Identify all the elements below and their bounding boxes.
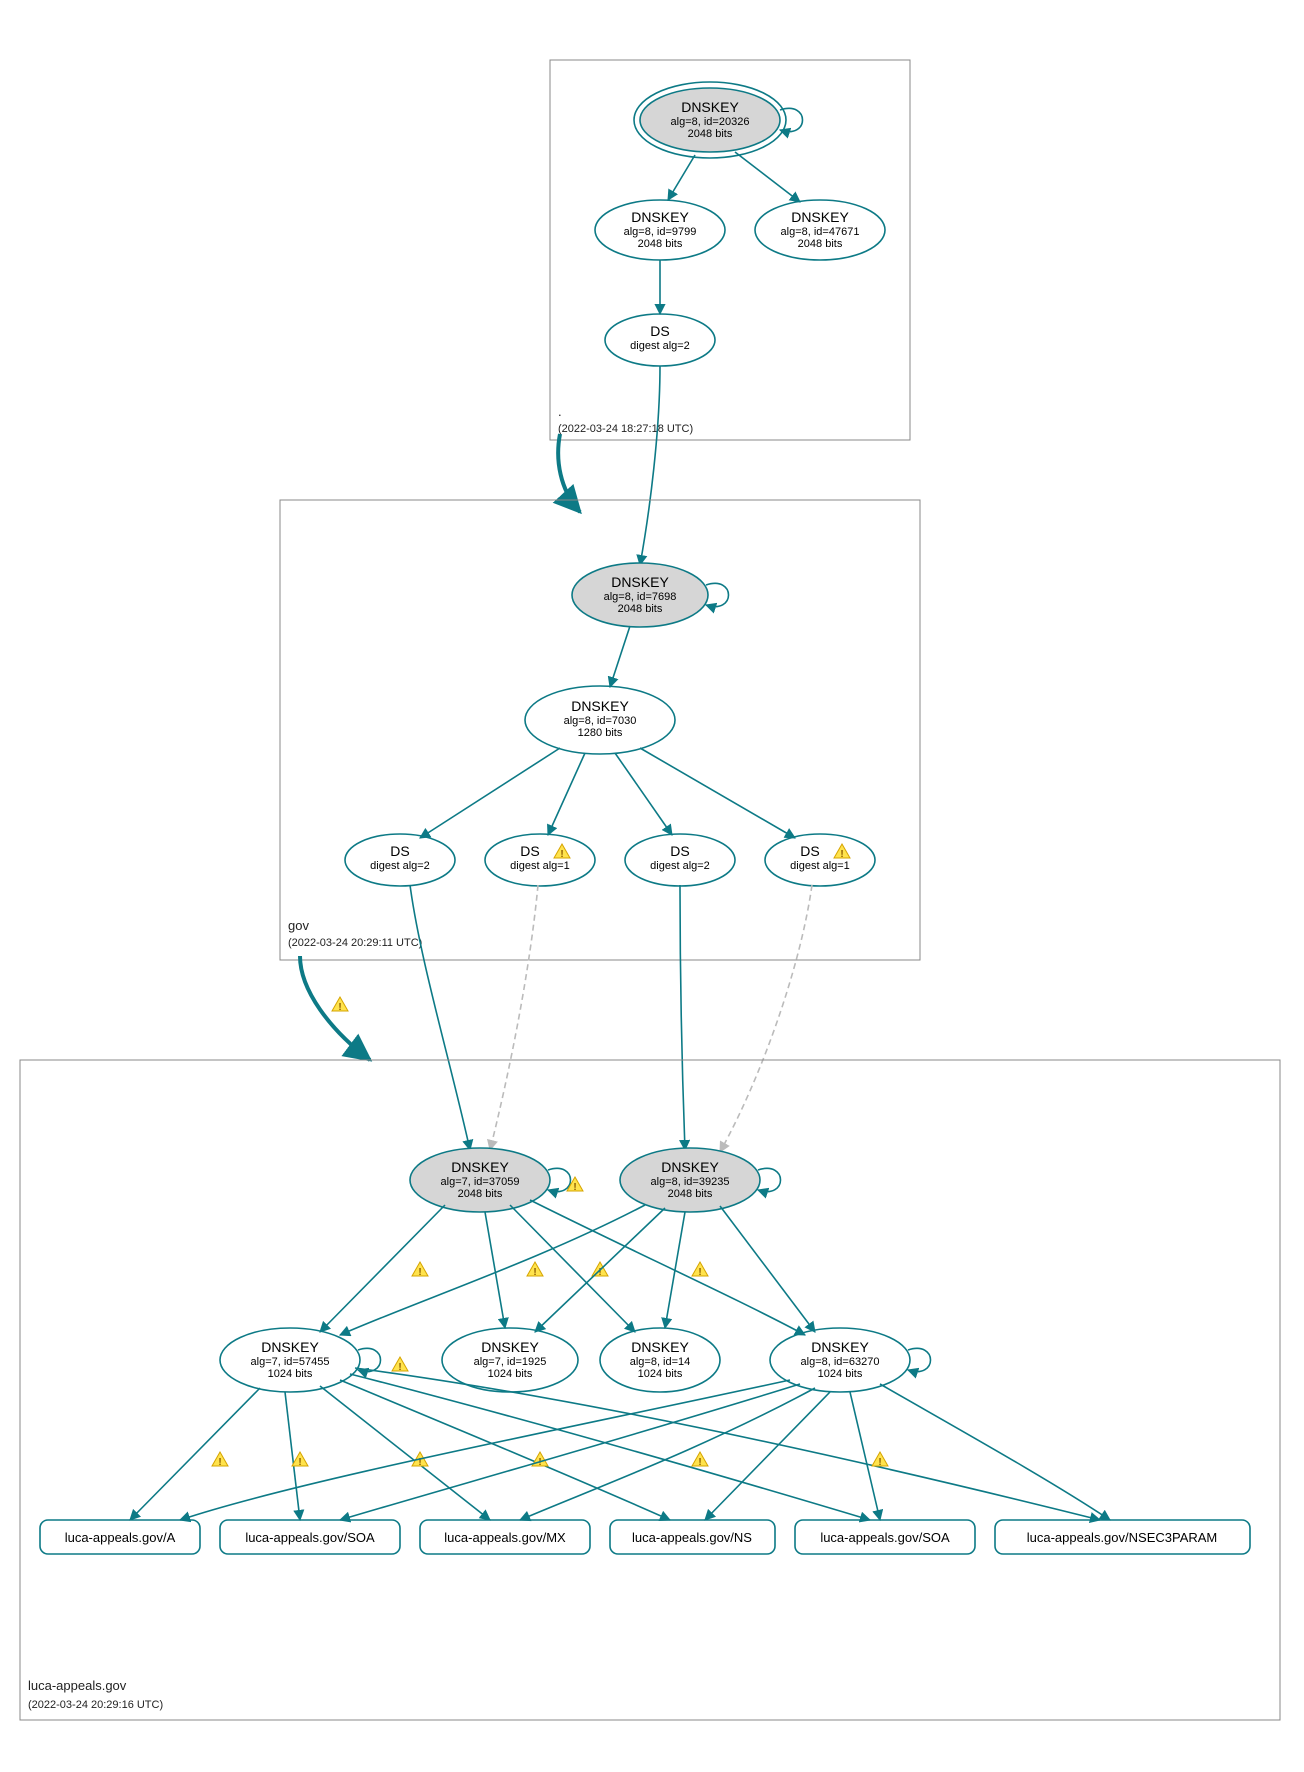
zone-gov: gov (2022-03-24 20:29:11 UTC) DNSKEY alg… [280,500,920,960]
rrset-a: luca-appeals.gov/A [40,1520,200,1554]
rrset-soa2: luca-appeals.gov/SOA [795,1520,975,1554]
svg-text:DS: DS [390,843,409,859]
svg-text:luca-appeals.gov/SOA: luca-appeals.gov/SOA [820,1530,950,1545]
svg-text:alg=7, id=1925: alg=7, id=1925 [474,1356,547,1368]
node-luca-ksk1: DNSKEY alg=7, id=37059 2048 bits [410,1148,550,1212]
svg-text:2048 bits: 2048 bits [798,238,843,250]
dnssec-authentication-graph: ! . (2022-03-24 18:27:18 UTC) DNSKEY alg… [0,0,1304,1772]
svg-text:DNSKEY: DNSKEY [791,209,849,225]
svg-text:alg=8, id=9799: alg=8, id=9799 [624,226,697,238]
svg-text:digest alg=1: digest alg=1 [790,860,850,872]
svg-text:alg=8, id=39235: alg=8, id=39235 [651,1176,730,1188]
rrset-soa1: luca-appeals.gov/SOA [220,1520,400,1554]
svg-text:luca-appeals.gov/SOA: luca-appeals.gov/SOA [245,1530,375,1545]
node-luca-zsk1: DNSKEY alg=7, id=57455 1024 bits [220,1328,360,1392]
svg-text:DNSKEY: DNSKEY [571,698,629,714]
node-root-ksk: DNSKEY alg=8, id=20326 2048 bits [634,82,786,158]
svg-text:1024 bits: 1024 bits [268,1368,313,1380]
warning-icon [527,1262,543,1278]
zone-luca-timestamp: (2022-03-24 20:29:16 UTC) [28,1699,163,1711]
svg-text:luca-appeals.gov/MX: luca-appeals.gov/MX [444,1530,566,1545]
svg-text:alg=8, id=20326: alg=8, id=20326 [671,116,750,128]
svg-text:alg=8, id=63270: alg=8, id=63270 [801,1356,880,1368]
zone-root: . (2022-03-24 18:27:18 UTC) DNSKEY alg=8… [550,60,910,440]
svg-text:luca-appeals.gov/NS: luca-appeals.gov/NS [632,1530,752,1545]
warning-icon [872,1452,888,1468]
zone-root-timestamp: (2022-03-24 18:27:18 UTC) [558,423,693,435]
svg-text:DNSKEY: DNSKEY [481,1339,539,1355]
svg-text:DNSKEY: DNSKEY [681,99,739,115]
svg-text:alg=8, id=7030: alg=8, id=7030 [564,715,637,727]
warning-icon [212,1452,228,1468]
svg-text:alg=8, id=7698: alg=8, id=7698 [604,591,677,603]
svg-text:1024 bits: 1024 bits [638,1368,683,1380]
warning-icon [412,1262,428,1278]
node-gov-ksk: DNSKEY alg=8, id=7698 2048 bits [572,563,708,627]
svg-text:luca-appeals.gov/NSEC3PARAM: luca-appeals.gov/NSEC3PARAM [1027,1530,1218,1545]
svg-text:1024 bits: 1024 bits [818,1368,863,1380]
svg-text:DS: DS [650,323,669,339]
svg-text:DS: DS [670,843,689,859]
node-root-zsk1: DNSKEY alg=8, id=9799 2048 bits [595,200,725,260]
node-gov-ds2: DS digest alg=1 [485,834,595,886]
zone-luca-name: luca-appeals.gov [28,1678,127,1693]
svg-text:DNSKEY: DNSKEY [261,1339,319,1355]
svg-text:1024 bits: 1024 bits [488,1368,533,1380]
svg-text:alg=7, id=57455: alg=7, id=57455 [251,1356,330,1368]
node-root-zsk2: DNSKEY alg=8, id=47671 2048 bits [755,200,885,260]
zone-gov-timestamp: (2022-03-24 20:29:11 UTC) [288,937,422,949]
warning-icon [392,1357,408,1373]
svg-text:digest alg=1: digest alg=1 [510,860,570,872]
warning-icon [692,1262,708,1278]
svg-text:DNSKEY: DNSKEY [631,209,689,225]
node-luca-zsk3: DNSKEY alg=8, id=14 1024 bits [600,1328,720,1392]
svg-text:alg=8, id=14: alg=8, id=14 [630,1356,691,1368]
zone-gov-name: gov [288,918,309,933]
svg-text:DNSKEY: DNSKEY [451,1159,509,1175]
node-gov-zsk: DNSKEY alg=8, id=7030 1280 bits [525,686,675,754]
rrset-ns: luca-appeals.gov/NS [610,1520,775,1554]
svg-text:DS: DS [520,843,539,859]
svg-text:DNSKEY: DNSKEY [611,574,669,590]
warning-icon [332,997,348,1013]
svg-text:digest alg=2: digest alg=2 [630,340,690,352]
svg-text:2048 bits: 2048 bits [618,603,663,615]
svg-text:2048 bits: 2048 bits [638,238,683,250]
zone-root-name: . [558,404,562,419]
svg-text:1280 bits: 1280 bits [578,727,623,739]
node-gov-ds4: DS digest alg=1 [765,834,875,886]
rrset-mx: luca-appeals.gov/MX [420,1520,590,1554]
warning-icon [692,1452,708,1468]
node-luca-zsk4: DNSKEY alg=8, id=63270 1024 bits [770,1328,910,1392]
svg-text:2048 bits: 2048 bits [668,1188,713,1200]
svg-text:2048 bits: 2048 bits [688,128,733,140]
svg-text:DNSKEY: DNSKEY [811,1339,869,1355]
svg-text:alg=8, id=47671: alg=8, id=47671 [781,226,860,238]
svg-text:DNSKEY: DNSKEY [631,1339,689,1355]
warning-icon [292,1452,308,1468]
svg-text:digest alg=2: digest alg=2 [650,860,710,872]
svg-text:DNSKEY: DNSKEY [661,1159,719,1175]
svg-text:2048 bits: 2048 bits [458,1188,503,1200]
node-gov-ds1: DS digest alg=2 [345,834,455,886]
svg-text:alg=7, id=37059: alg=7, id=37059 [441,1176,520,1188]
rrset-nsec3param: luca-appeals.gov/NSEC3PARAM [995,1520,1250,1554]
svg-text:DS: DS [800,843,819,859]
svg-text:luca-appeals.gov/A: luca-appeals.gov/A [65,1530,176,1545]
node-root-ds: DS digest alg=2 [605,314,715,366]
zone-luca: luca-appeals.gov (2022-03-24 20:29:16 UT… [20,1060,1280,1720]
node-gov-ds3: DS digest alg=2 [625,834,735,886]
node-luca-zsk2: DNSKEY alg=7, id=1925 1024 bits [442,1328,578,1392]
svg-text:digest alg=2: digest alg=2 [370,860,430,872]
node-luca-ksk2: DNSKEY alg=8, id=39235 2048 bits [620,1148,760,1212]
